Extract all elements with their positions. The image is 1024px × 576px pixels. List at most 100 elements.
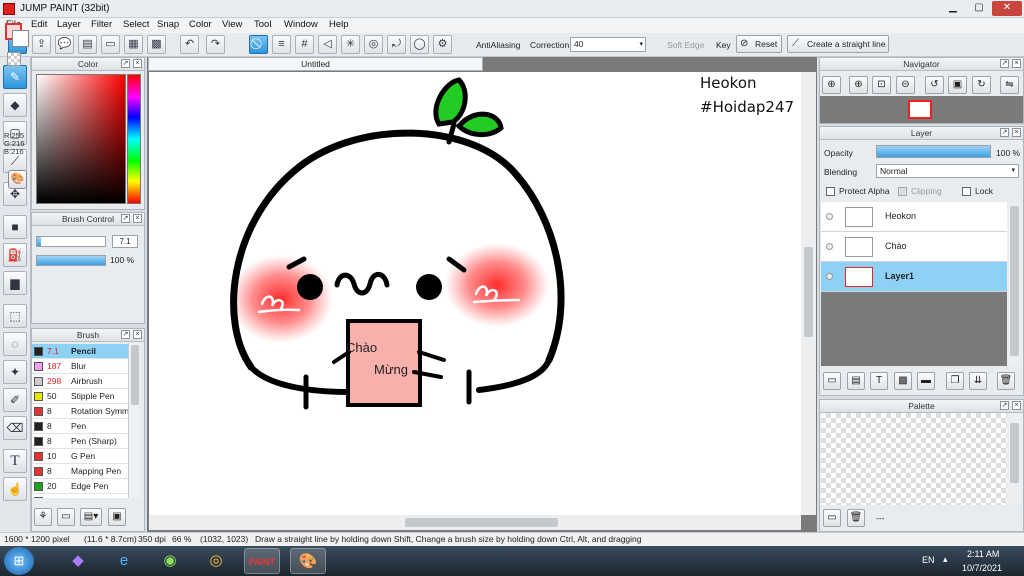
close-icon[interactable]: × — [1012, 59, 1021, 68]
brush-scroll-thumb[interactable] — [131, 345, 139, 405]
taskbar-visual-studio[interactable]: ◆ — [60, 548, 96, 574]
tray-expand-icon[interactable]: ▴ — [943, 554, 948, 565]
panel-float-icon[interactable]: ↗ — [1000, 128, 1009, 137]
taskbar-jump-paint[interactable]: PAINT — [244, 548, 280, 574]
brush-item[interactable]: 8 Pen — [32, 419, 128, 434]
menu-color[interactable]: Color — [189, 19, 212, 30]
protect-alpha-checkbox[interactable] — [826, 187, 835, 196]
canvas-horizontal-scrollbar[interactable] — [149, 515, 801, 530]
straight-line-button[interactable]: ⟋ Create a straight line — [787, 35, 889, 53]
menu-layer[interactable]: Layer — [57, 19, 81, 30]
blending-select[interactable]: Normal ▾ — [876, 164, 1019, 178]
delete-layer-button[interactable]: 🗑 — [997, 372, 1015, 390]
snap-grid-button[interactable]: # — [295, 35, 314, 54]
menu-snap[interactable]: Snap — [157, 19, 179, 30]
taskbar-app-green[interactable]: ◉ — [152, 548, 188, 574]
canvas-hscroll-thumb[interactable] — [405, 518, 558, 527]
panel-float-icon[interactable]: ↗ — [121, 214, 130, 223]
palette-swatch-area[interactable] — [821, 413, 1007, 505]
brush-item[interactable]: 20 Edge Pen — [32, 479, 128, 494]
tool-bucket[interactable]: ⛽ — [3, 243, 27, 267]
close-icon[interactable]: × — [1012, 128, 1021, 137]
tool-select-pen[interactable]: ✐ — [3, 388, 27, 412]
new-layer-button[interactable]: ▭ — [823, 372, 841, 390]
snap-radial-button[interactable]: ✳ — [341, 35, 360, 54]
saturation-value-picker[interactable] — [36, 74, 126, 204]
message-button[interactable]: ▤ — [78, 35, 97, 54]
text-layer-button[interactable]: T — [870, 372, 888, 390]
merge-layer-button[interactable]: ⇊ — [969, 372, 987, 390]
brush-item[interactable]: 30 Sumi — [32, 494, 128, 498]
lock-checkbox[interactable] — [962, 187, 971, 196]
nav-zoom-in-button[interactable]: ⊕ — [849, 76, 868, 94]
palette-add-button[interactable]: ▭ — [823, 509, 841, 527]
panel-float-icon[interactable]: ↗ — [1000, 401, 1009, 410]
comment-button[interactable]: 💬 — [55, 35, 74, 54]
transparent-color-swatch[interactable] — [7, 52, 21, 66]
taskbar-paint[interactable]: 🎨 — [290, 548, 326, 574]
palette-delete-button[interactable]: 🗑 — [847, 509, 865, 527]
brush-item[interactable]: 8 Pen (Sharp) — [32, 434, 128, 449]
taskbar-internet-explorer[interactable]: e — [106, 548, 142, 574]
clock-time[interactable]: 2:11 AM — [967, 549, 999, 559]
new-layer-2-button[interactable]: ▤ — [847, 372, 865, 390]
panel-float-icon[interactable]: ↗ — [1000, 59, 1009, 68]
nav-reset-view-button[interactable]: ▣ — [948, 76, 967, 94]
tool-rect-select[interactable]: ⬚ — [3, 304, 27, 328]
page-button[interactable]: ▦ — [124, 35, 143, 54]
canvas-vscroll-thumb[interactable] — [804, 247, 813, 337]
clock-date[interactable]: 10/7/2021 — [962, 563, 1002, 573]
clipping-checkbox[interactable] — [898, 187, 907, 196]
folder-button[interactable]: ▬ — [917, 372, 935, 390]
close-icon[interactable]: × — [133, 330, 142, 339]
brush-opacity-slider[interactable] — [36, 255, 106, 266]
nav-rotate-left-button[interactable]: ↺ — [925, 76, 944, 94]
panel-float-icon[interactable]: ↗ — [121, 330, 130, 339]
tool-magic-wand[interactable]: ✦ — [3, 360, 27, 384]
grid-button[interactable]: ▩ — [147, 35, 166, 54]
visibility-toggle[interactable] — [826, 273, 833, 280]
halftone-layer-button[interactable]: ▩ — [894, 372, 912, 390]
document-button[interactable]: ▭ — [101, 35, 120, 54]
tool-fill-rect[interactable]: ■ — [3, 215, 27, 239]
visibility-toggle[interactable] — [826, 213, 833, 220]
brush-item[interactable]: 10 G Pen — [32, 449, 128, 464]
taskbar-chrome[interactable]: ◎ — [198, 548, 234, 574]
palette-scroll-thumb[interactable] — [1010, 423, 1019, 483]
duplicate-layer-button[interactable]: ❐ — [946, 372, 964, 390]
tool-eraser[interactable]: ◆ — [3, 93, 27, 117]
tool-text[interactable]: T — [3, 449, 27, 473]
brush-item[interactable]: 187 Blur — [32, 359, 128, 374]
palette-scrollbar[interactable] — [1007, 413, 1022, 505]
start-button[interactable]: ⊞ — [4, 547, 34, 575]
menu-edit[interactable]: Edit — [31, 19, 47, 30]
brush-item[interactable]: 8 Rotation Symmetry — [32, 404, 128, 419]
close-button[interactable]: ✕ — [992, 1, 1022, 16]
undo-button[interactable]: ↶ — [180, 35, 199, 54]
hue-slider[interactable] — [127, 74, 141, 204]
reset-button[interactable]: ⊘ Reset — [736, 35, 782, 53]
snap-ellipse-button[interactable]: ◯ — [410, 35, 429, 54]
document-tab[interactable]: Untitled — [148, 57, 483, 71]
brush-settings-button[interactable]: ▣ — [108, 508, 126, 526]
brush-item[interactable]: 50 Stipple Pen — [32, 389, 128, 404]
nav-zoom-out-button[interactable]: ⊖ — [896, 76, 915, 94]
brush-size-value[interactable]: 7.1 — [112, 235, 138, 248]
nav-rotate-right-button[interactable]: ↻ — [972, 76, 991, 94]
layer-opacity-slider[interactable] — [876, 145, 991, 158]
redo-button[interactable]: ↷ — [206, 35, 225, 54]
brush-item[interactable]: 8 Mapping Pen — [32, 464, 128, 479]
menu-filter[interactable]: Filter — [91, 19, 112, 30]
snap-curve-button[interactable]: ⤾ — [387, 35, 406, 54]
nav-fit-button[interactable]: ⊡ — [872, 76, 891, 94]
background-color-swatch[interactable] — [12, 30, 29, 47]
canvas-vertical-scrollbar[interactable] — [801, 72, 816, 515]
tool-brush[interactable]: ✎ — [3, 65, 27, 89]
menu-window[interactable]: Window — [284, 19, 318, 30]
nav-zoom-button[interactable]: ⊕ — [822, 76, 841, 94]
snap-circle-button[interactable]: ◎ — [364, 35, 383, 54]
brush-new-button[interactable]: ▭ — [57, 508, 75, 526]
menu-view[interactable]: View — [222, 19, 242, 30]
snap-perspective-button[interactable]: ◁ — [318, 35, 337, 54]
close-icon[interactable]: × — [1012, 401, 1021, 410]
